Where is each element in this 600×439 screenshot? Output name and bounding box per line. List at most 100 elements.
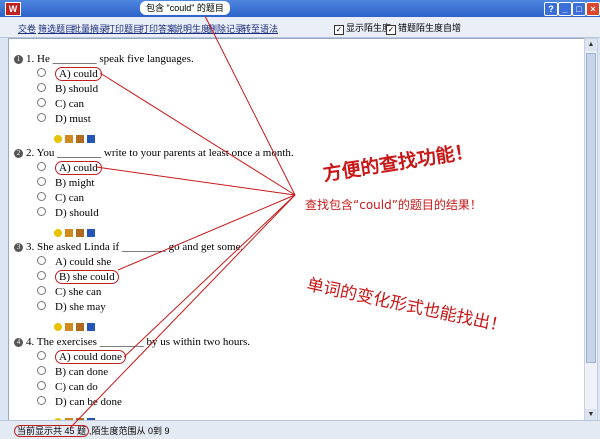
option-label: A) could she bbox=[55, 256, 112, 268]
familiarity-help-link[interactable]: 说明生度 bbox=[174, 22, 210, 35]
radio-icon[interactable] bbox=[37, 98, 46, 107]
question-stem: 2 2. You ________ write to your parents a… bbox=[14, 147, 294, 159]
submit-link[interactable]: 交卷 bbox=[18, 22, 36, 35]
show-familiarity-label: 显示陌生度 bbox=[346, 23, 392, 33]
option-a[interactable]: A) could bbox=[37, 67, 102, 81]
checkbox-checked-icon[interactable]: ✓ bbox=[386, 25, 396, 35]
question-count: 当前显示共 45 题 bbox=[14, 425, 90, 437]
radio-icon[interactable] bbox=[37, 68, 46, 77]
batch-excerpt-link[interactable]: 批量摘录 bbox=[72, 22, 108, 35]
close-button[interactable]: × bbox=[586, 2, 600, 16]
option-label: D) can be done bbox=[55, 396, 122, 408]
radio-icon[interactable] bbox=[37, 286, 46, 295]
print-questions-link[interactable]: 打印题目 bbox=[106, 22, 142, 35]
maximize-button[interactable]: □ bbox=[572, 2, 586, 16]
option-c[interactable]: C) can do bbox=[37, 381, 98, 393]
question-stem: 4 4. The exercises ________ by us within … bbox=[14, 336, 250, 348]
option-d[interactable]: D) she may bbox=[37, 301, 106, 313]
scroll-thumb[interactable] bbox=[586, 53, 596, 363]
show-familiarity-checkbox[interactable]: ✓ 显示陌生度 bbox=[334, 21, 391, 35]
hint-bulb-icon[interactable] bbox=[54, 229, 62, 237]
status-text: 当前显示共 45 题 ,陌生度范围从 0到 9 bbox=[14, 424, 170, 437]
annotation-result-note: 查找包含“could”的题目的结果！ bbox=[305, 198, 482, 212]
window-title: 包含 "could" 的题目 bbox=[140, 1, 230, 15]
checkbox-checked-icon[interactable]: ✓ bbox=[334, 25, 344, 35]
option-label: A) could bbox=[55, 161, 102, 175]
add-note-icon[interactable] bbox=[76, 323, 84, 331]
radio-icon[interactable] bbox=[37, 301, 46, 310]
question-stem: 3 3. She asked Linda if ________ go and g… bbox=[14, 241, 243, 253]
option-label: C) can bbox=[55, 192, 85, 204]
radio-icon[interactable] bbox=[37, 381, 46, 390]
option-b[interactable]: B) she could bbox=[37, 270, 119, 284]
option-label: D) should bbox=[55, 207, 99, 219]
edit-note-icon[interactable] bbox=[65, 323, 73, 331]
print-answers-link[interactable]: 打印答案 bbox=[140, 22, 176, 35]
option-c[interactable]: C) can bbox=[37, 192, 84, 204]
radio-icon[interactable] bbox=[37, 162, 46, 171]
delete-records-link[interactable]: 删除记录 bbox=[208, 22, 244, 35]
question-text: 3. She asked Linda if ________ go and ge… bbox=[26, 241, 244, 253]
familiarity-badge-icon: 1 bbox=[14, 55, 23, 64]
option-d[interactable]: D) can be done bbox=[37, 396, 122, 408]
scroll-up-arrow-icon[interactable]: ▲ bbox=[585, 39, 597, 51]
question-list: 1 1. He ________ speak five languages. A)… bbox=[8, 38, 585, 422]
hint-bulb-icon[interactable] bbox=[54, 135, 62, 143]
option-label: C) she can bbox=[55, 286, 102, 298]
question-tools bbox=[54, 224, 98, 242]
option-label: B) can done bbox=[55, 366, 109, 378]
auto-increase-checkbox[interactable]: ✓ 错题陌生度自增 bbox=[386, 21, 461, 35]
option-label: B) she could bbox=[55, 270, 119, 284]
radio-icon[interactable] bbox=[37, 351, 46, 360]
add-note-icon[interactable] bbox=[76, 135, 84, 143]
goto-grammar-link[interactable]: 转至语法 bbox=[242, 22, 278, 35]
radio-icon[interactable] bbox=[37, 177, 46, 186]
radio-icon[interactable] bbox=[37, 207, 46, 216]
option-label: A) could done bbox=[55, 350, 126, 364]
option-label: B) should bbox=[55, 83, 99, 95]
radio-icon[interactable] bbox=[37, 83, 46, 92]
question-tools bbox=[54, 130, 98, 148]
vertical-scrollbar[interactable]: ▲ ▼ bbox=[584, 38, 598, 422]
radio-icon[interactable] bbox=[37, 256, 46, 265]
auto-increase-label: 错题陌生度自增 bbox=[398, 23, 462, 33]
familiarity-range: 陌生度范围从 0到 9 bbox=[91, 426, 170, 436]
option-label: D) she may bbox=[55, 301, 106, 313]
radio-icon[interactable] bbox=[37, 113, 46, 122]
radio-icon[interactable] bbox=[37, 366, 46, 375]
option-a[interactable]: A) could she bbox=[37, 256, 111, 268]
help-button[interactable]: ? bbox=[544, 2, 558, 16]
option-c[interactable]: C) she can bbox=[37, 286, 101, 298]
save-disk-icon[interactable] bbox=[87, 135, 95, 143]
edit-note-icon[interactable] bbox=[65, 229, 73, 237]
question-text: 1. He ________ speak five languages. bbox=[26, 53, 194, 65]
option-label: B) might bbox=[55, 177, 95, 189]
option-d[interactable]: D) should bbox=[37, 207, 99, 219]
option-b[interactable]: B) should bbox=[37, 83, 98, 95]
radio-icon[interactable] bbox=[37, 396, 46, 405]
minimize-button[interactable]: _ bbox=[558, 2, 572, 16]
radio-icon[interactable] bbox=[37, 192, 46, 201]
option-c[interactable]: C) can bbox=[37, 98, 84, 110]
edit-note-icon[interactable] bbox=[65, 135, 73, 143]
familiarity-badge-icon: 4 bbox=[14, 338, 23, 347]
app-icon[interactable]: W bbox=[5, 2, 21, 16]
hint-bulb-icon[interactable] bbox=[54, 323, 62, 331]
filter-questions-link[interactable]: 筛选题目 bbox=[38, 22, 74, 35]
add-note-icon[interactable] bbox=[76, 229, 84, 237]
question-stem: 1 1. He ________ speak five languages. bbox=[14, 53, 194, 65]
option-label: C) can bbox=[55, 98, 85, 110]
radio-icon[interactable] bbox=[37, 271, 46, 280]
question-text: 2. You ________ write to your parents at… bbox=[26, 147, 294, 159]
option-label: C) can do bbox=[55, 381, 98, 393]
save-disk-icon[interactable] bbox=[87, 323, 95, 331]
option-d[interactable]: D) must bbox=[37, 113, 91, 125]
question-tools bbox=[54, 318, 98, 336]
save-disk-icon[interactable] bbox=[87, 229, 95, 237]
option-a[interactable]: A) could bbox=[37, 161, 102, 175]
option-a[interactable]: A) could done bbox=[37, 350, 126, 364]
familiarity-badge-icon: 2 bbox=[14, 149, 23, 158]
option-b[interactable]: B) might bbox=[37, 177, 94, 189]
option-b[interactable]: B) can done bbox=[37, 366, 108, 378]
familiarity-badge-icon: 3 bbox=[14, 243, 23, 252]
